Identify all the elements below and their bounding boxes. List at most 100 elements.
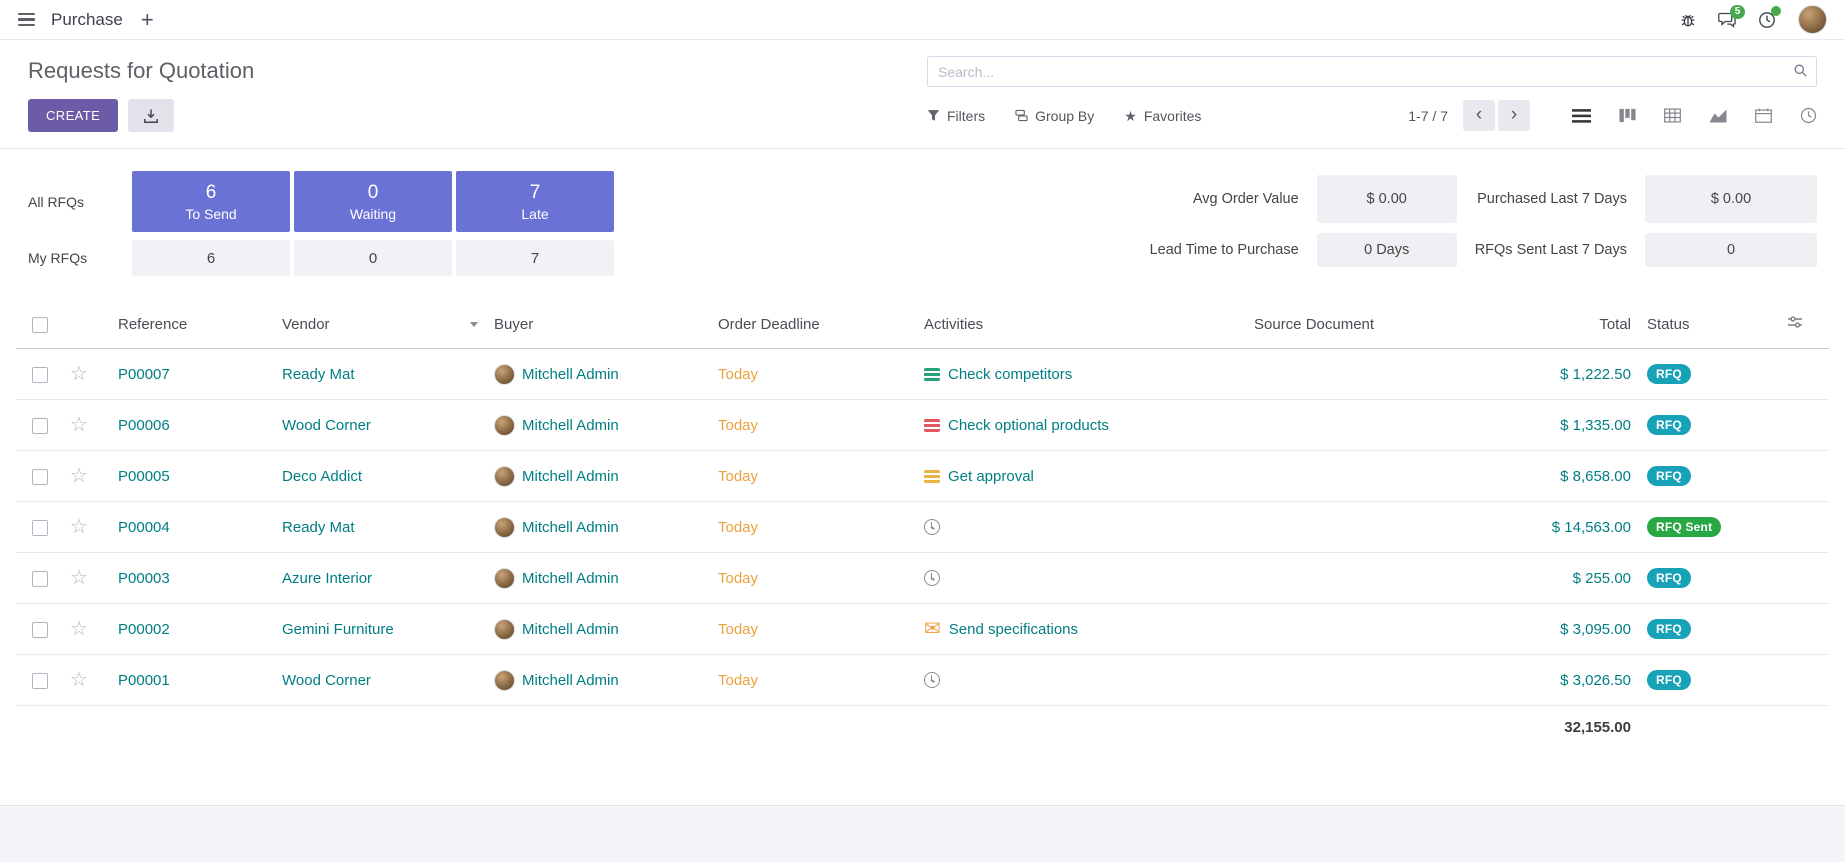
tile-to-send[interactable]: 6 To Send: [132, 171, 290, 232]
vendor-link[interactable]: Ready Mat: [282, 366, 355, 383]
user-avatar[interactable]: [1798, 5, 1827, 34]
table-row[interactable]: ☆ P00006 Wood Corner Mitchell Admin Toda…: [16, 400, 1829, 451]
reference-link[interactable]: P00007: [118, 366, 170, 383]
filters-button[interactable]: Filters: [927, 108, 985, 124]
table-row[interactable]: ☆ P00003 Azure Interior Mitchell Admin T…: [16, 553, 1829, 604]
favorite-star-icon[interactable]: ☆: [70, 414, 88, 436]
header-vendor[interactable]: Vendor: [274, 300, 486, 349]
buyer-link[interactable]: Mitchell Admin: [522, 366, 619, 383]
favorite-star-icon[interactable]: ☆: [70, 567, 88, 589]
pager-next-button[interactable]: ›: [1498, 100, 1530, 131]
total-amount: $ 255.00: [1573, 570, 1631, 587]
reference-link[interactable]: P00006: [118, 417, 170, 434]
sort-caret-icon[interactable]: [470, 322, 478, 327]
header-status[interactable]: Status: [1639, 300, 1779, 349]
header-buyer[interactable]: Buyer: [486, 300, 710, 349]
group-by-button[interactable]: Group By: [1015, 108, 1094, 124]
table-row[interactable]: ☆ P00001 Wood Corner Mitchell Admin Toda…: [16, 655, 1829, 706]
star-column-header: [62, 300, 110, 349]
vendor-link[interactable]: Deco Addict: [282, 468, 362, 485]
vendor-link[interactable]: Wood Corner: [282, 672, 371, 689]
activity-label[interactable]: Check optional products: [948, 417, 1109, 434]
list-view-button[interactable]: [1572, 108, 1591, 124]
optional-columns-button[interactable]: [1779, 300, 1829, 349]
debug-bug-icon[interactable]: [1680, 12, 1696, 28]
reference-link[interactable]: P00002: [118, 621, 170, 638]
rfq-list-view: Reference Vendor Buyer Order Deadline Ac…: [0, 300, 1845, 750]
order-deadline-value: Today: [718, 366, 758, 383]
download-button[interactable]: [128, 99, 174, 132]
activity-list-icon[interactable]: [924, 368, 940, 381]
create-button[interactable]: CREATE: [28, 99, 118, 132]
reference-link[interactable]: P00005: [118, 468, 170, 485]
app-name[interactable]: Purchase: [51, 10, 123, 30]
plus-icon[interactable]: +: [141, 9, 154, 31]
messages-icon[interactable]: 5: [1718, 12, 1736, 28]
graph-view-button[interactable]: [1709, 108, 1727, 123]
vendor-link[interactable]: Ready Mat: [282, 519, 355, 536]
activities-clock-icon[interactable]: [1758, 11, 1776, 29]
activity-label[interactable]: Check competitors: [948, 366, 1072, 383]
vendor-link[interactable]: Gemini Furniture: [282, 621, 394, 638]
buyer-link[interactable]: Mitchell Admin: [522, 570, 619, 587]
activity-view-button[interactable]: [1800, 107, 1817, 124]
calendar-view-button[interactable]: [1755, 108, 1772, 123]
reference-link[interactable]: P00004: [118, 519, 170, 536]
search-box[interactable]: [927, 56, 1817, 87]
table-row[interactable]: ☆ P00004 Ready Mat Mitchell Admin Today …: [16, 502, 1829, 553]
favorite-star-icon[interactable]: ☆: [70, 618, 88, 640]
row-checkbox[interactable]: [32, 520, 48, 536]
activity-label[interactable]: Get approval: [948, 468, 1034, 485]
tile-late[interactable]: 7 Late: [456, 171, 614, 232]
row-checkbox[interactable]: [32, 622, 48, 638]
favorites-button[interactable]: ★ Favorites: [1124, 108, 1201, 124]
favorite-star-icon[interactable]: ☆: [70, 516, 88, 538]
view-switcher: [1572, 107, 1817, 124]
header-total[interactable]: Total: [1489, 300, 1639, 349]
activity-list-icon[interactable]: [924, 419, 940, 432]
table-row[interactable]: ☆ P00002 Gemini Furniture Mitchell Admin…: [16, 604, 1829, 655]
row-checkbox[interactable]: [32, 469, 48, 485]
header-order-deadline[interactable]: Order Deadline: [710, 300, 916, 349]
my-to-send[interactable]: 6: [132, 240, 290, 276]
row-checkbox[interactable]: [32, 367, 48, 383]
row-checkbox[interactable]: [32, 418, 48, 434]
tile-waiting[interactable]: 0 Waiting: [294, 171, 452, 232]
activity-label[interactable]: Send specifications: [949, 621, 1078, 638]
table-row[interactable]: ☆ P00005 Deco Addict Mitchell Admin Toda…: [16, 451, 1829, 502]
activity-list-icon[interactable]: [924, 470, 940, 483]
apps-menu-icon[interactable]: [18, 13, 35, 27]
download-icon: [143, 108, 159, 124]
my-waiting[interactable]: 0: [294, 240, 452, 276]
header-reference[interactable]: Reference: [110, 300, 274, 349]
vendor-link[interactable]: Wood Corner: [282, 417, 371, 434]
pivot-view-button[interactable]: [1664, 108, 1681, 123]
row-checkbox[interactable]: [32, 673, 48, 689]
top-navbar: Purchase + 5: [0, 0, 1845, 40]
favorite-star-icon[interactable]: ☆: [70, 363, 88, 385]
envelope-icon[interactable]: [924, 622, 941, 636]
buyer-link[interactable]: Mitchell Admin: [522, 468, 619, 485]
vendor-link[interactable]: Azure Interior: [282, 570, 372, 587]
search-icon[interactable]: [1793, 63, 1808, 83]
buyer-link[interactable]: Mitchell Admin: [522, 519, 619, 536]
reference-link[interactable]: P00001: [118, 672, 170, 689]
search-input[interactable]: [927, 56, 1817, 87]
favorite-star-icon[interactable]: ☆: [70, 465, 88, 487]
buyer-link[interactable]: Mitchell Admin: [522, 621, 619, 638]
favorite-star-icon[interactable]: ☆: [70, 669, 88, 691]
buyer-link[interactable]: Mitchell Admin: [522, 417, 619, 434]
select-all-checkbox[interactable]: [32, 317, 48, 333]
header-activities[interactable]: Activities: [916, 300, 1246, 349]
table-row[interactable]: ☆ P00007 Ready Mat Mitchell Admin Today …: [16, 349, 1829, 400]
pager-previous-button[interactable]: ‹: [1463, 100, 1495, 131]
clock-icon[interactable]: [924, 570, 940, 586]
kanban-view-button[interactable]: [1619, 108, 1636, 123]
clock-icon[interactable]: [924, 672, 940, 688]
header-source-document[interactable]: Source Document: [1246, 300, 1489, 349]
row-checkbox[interactable]: [32, 571, 48, 587]
reference-link[interactable]: P00003: [118, 570, 170, 587]
my-late[interactable]: 7: [456, 240, 614, 276]
buyer-link[interactable]: Mitchell Admin: [522, 672, 619, 689]
clock-icon[interactable]: [924, 519, 940, 535]
